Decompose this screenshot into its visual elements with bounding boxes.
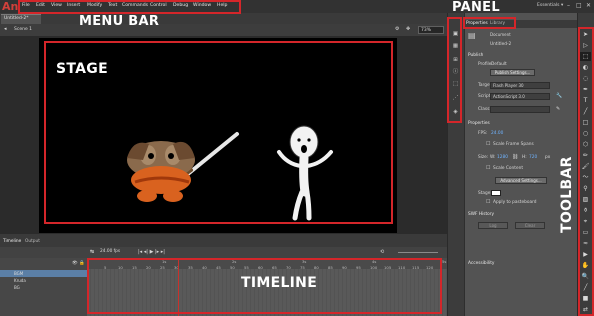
document-icon: ▤ xyxy=(468,31,476,40)
stage-annotation: STAGE xyxy=(56,61,108,77)
clear-label: Clear xyxy=(524,223,536,228)
document-tab-label: Untitled-2* xyxy=(4,16,29,21)
scale-frame-spans-checkbox[interactable]: ☐ xyxy=(486,141,490,147)
wrench-icon[interactable]: 🔧 xyxy=(556,93,562,99)
panel-icons-highlight xyxy=(447,17,462,123)
loop-icon[interactable]: ⟲ xyxy=(380,249,384,255)
toolbar-annotation: TOOLBAR xyxy=(559,156,575,233)
class-label: Class: xyxy=(478,107,491,112)
fps-label: FPS: xyxy=(478,131,488,136)
layer-row[interactable]: Kruda xyxy=(0,277,87,284)
animate-logo: An xyxy=(2,0,19,13)
eye-icon[interactable]: 👁 xyxy=(72,261,78,266)
maximize-icon[interactable]: □ xyxy=(576,2,582,9)
size-label: Size: xyxy=(478,155,489,160)
advanced-settings-button[interactable]: Advanced Settings... xyxy=(495,177,547,184)
profile-value: Default xyxy=(491,62,507,67)
zoom-slider[interactable] xyxy=(398,252,438,253)
scene-label[interactable]: Scene 1 xyxy=(14,27,32,32)
advanced-settings-label: Advanced Settings... xyxy=(500,178,542,183)
timeline-tab-bar xyxy=(0,238,447,247)
publish-settings-label: Publish Settings... xyxy=(494,70,531,75)
publish-section[interactable]: Publish xyxy=(468,53,483,58)
time-tick: 5s xyxy=(442,259,447,264)
scene-switch-icon[interactable]: ⚙ xyxy=(395,26,399,32)
layer-row[interactable]: BGM xyxy=(0,270,87,277)
publish-settings-button[interactable]: Publish Settings... xyxy=(490,69,535,76)
edit-bar xyxy=(0,24,447,36)
close-icon[interactable]: ✕ xyxy=(586,2,591,9)
panel-tabs-highlight xyxy=(463,17,516,29)
apply-pasteboard-label: Apply to pasteboard xyxy=(493,200,537,205)
width-value[interactable]: 1280 xyxy=(497,155,508,160)
minimize-icon[interactable]: – xyxy=(567,2,570,9)
px-label: px xyxy=(545,155,551,160)
swf-history-section[interactable]: SWF History xyxy=(468,212,494,217)
scale-frame-spans-label: Scale Frame Spans xyxy=(493,142,534,147)
timeline-annotation: TIMELINE xyxy=(241,275,318,291)
width-label: W: xyxy=(490,155,496,160)
workspace-switcher[interactable]: Essentials ▾ xyxy=(537,3,563,8)
layer-name: BG xyxy=(14,285,20,290)
doc-type: Document xyxy=(490,32,511,37)
height-label: H: xyxy=(522,155,527,160)
menu-bar-highlight xyxy=(18,0,241,14)
class-input[interactable] xyxy=(490,106,550,113)
doc-name: Untitled-2 xyxy=(490,42,512,47)
log-button[interactable]: Log xyxy=(478,222,508,229)
center-frame-icon[interactable]: ↹ xyxy=(90,249,94,255)
script-value: ActionScript 3.0 xyxy=(493,94,525,99)
layer-name: Kruda xyxy=(14,278,26,283)
playback-controls-icon[interactable]: |◂ ◂| ▶ |▸ ▸| xyxy=(138,249,165,255)
document-tab-bar xyxy=(0,13,447,24)
accessibility-section[interactable]: Accessibility xyxy=(468,261,494,266)
tab-output[interactable]: Output xyxy=(25,239,40,244)
symbol-switch-icon[interactable]: ✥ xyxy=(406,26,410,32)
log-label: Log xyxy=(489,223,497,228)
zoom-value: 73% xyxy=(421,28,432,33)
lock-icon[interactable]: 🔒 xyxy=(79,261,85,266)
document-tab[interactable]: Untitled-2* xyxy=(1,14,41,24)
properties-section[interactable]: Properties xyxy=(468,121,490,126)
stage-color-swatch[interactable] xyxy=(491,190,501,196)
height-value[interactable]: 720 xyxy=(529,155,537,160)
fps-value[interactable]: 24.00 xyxy=(491,131,503,136)
back-arrow-icon[interactable]: ◂ xyxy=(4,26,7,32)
scale-content-label: Scale Content xyxy=(493,166,524,171)
zoom-dropdown[interactable]: 73% xyxy=(418,26,444,34)
target-value: Flash Player 30 xyxy=(493,83,524,88)
stage-label: Stage: xyxy=(478,191,492,196)
layer-row[interactable]: BG xyxy=(0,284,87,291)
toolbar-highlight xyxy=(578,27,594,316)
apply-pasteboard-checkbox[interactable]: ☐ xyxy=(486,199,490,205)
scale-content-checkbox[interactable]: ☐ xyxy=(486,165,490,171)
layer-name: BGM xyxy=(14,271,24,276)
tab-timeline[interactable]: Timeline xyxy=(3,239,21,244)
panel-annotation: PANEL xyxy=(452,0,500,15)
script-dropdown[interactable]: ActionScript 3.0 xyxy=(490,93,550,100)
link-icon[interactable]: ⛓ xyxy=(512,154,518,160)
clear-button[interactable]: Clear xyxy=(515,222,545,229)
pencil-icon[interactable]: ✎ xyxy=(556,106,560,112)
target-dropdown[interactable]: Flash Player 30 xyxy=(490,82,550,89)
fps-display[interactable]: 24.00 fps xyxy=(100,249,120,254)
menu-bar-annotation: MENU BAR xyxy=(79,14,160,29)
